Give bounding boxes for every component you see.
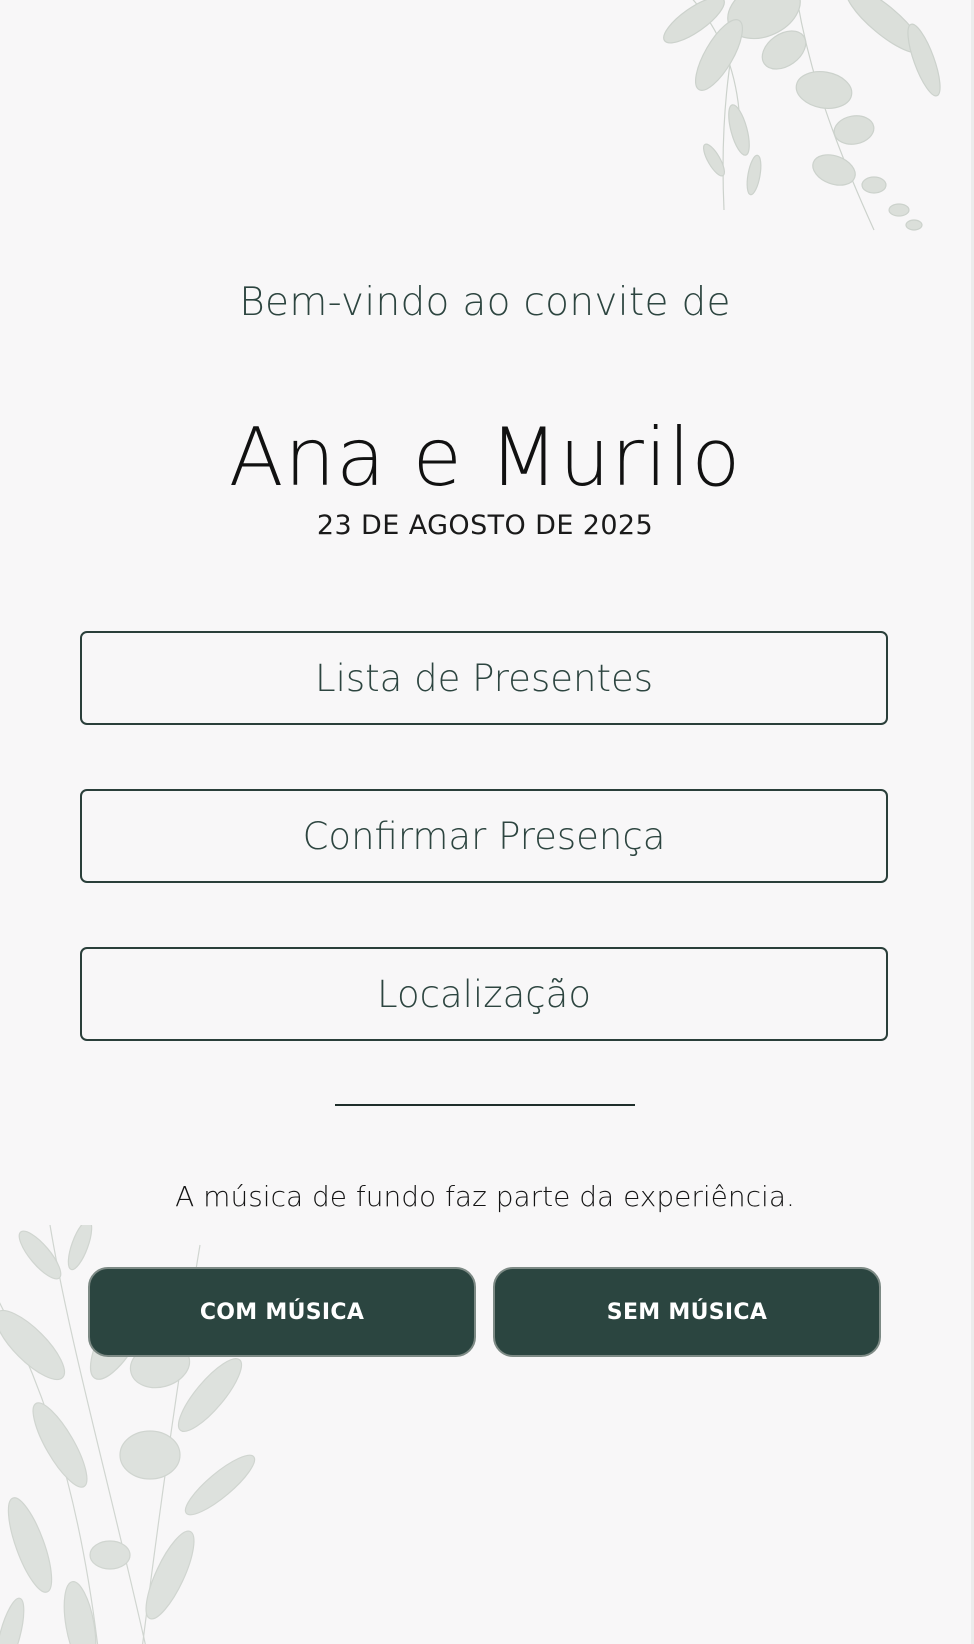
music-note-text: A música de fundo faz parte da experiênc… [175,1180,795,1213]
welcome-text: Bem-vindo ao convite de [239,280,731,325]
event-date: 23 DE AGOSTO DE 2025 [316,510,654,541]
invitation-page: Bem-vindo ao convite de Ana e Murilo 23 … [0,0,974,1644]
foliage-top-icon [663,0,941,231]
with-music-button[interactable]: COM MÚSICA [88,1267,476,1357]
confirm-attendance-button[interactable]: Confirmar Presença [80,789,888,883]
divider [335,1104,635,1106]
gift-list-button[interactable]: Lista de Presentes [80,631,888,725]
couple-names: Ana e Murilo [228,411,742,504]
location-button[interactable]: Localização [80,947,888,1041]
without-music-button[interactable]: SEM MÚSICA [493,1267,881,1357]
